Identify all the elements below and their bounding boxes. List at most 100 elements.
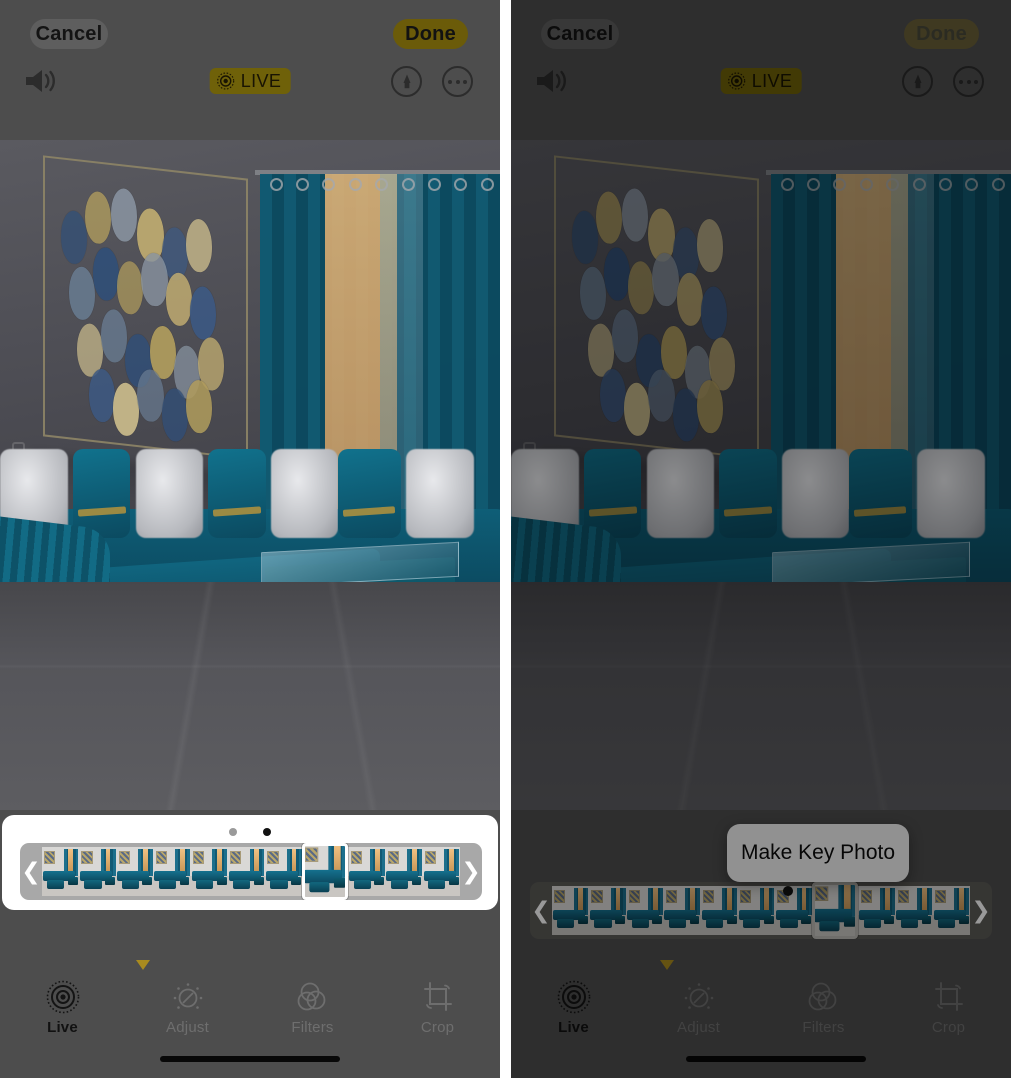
wall-art-leaf <box>185 217 212 274</box>
more-ellipsis-icon[interactable] <box>953 66 984 97</box>
filmstrip-frame[interactable] <box>775 886 813 935</box>
live-photo-filmstrip[interactable]: ❮ ❯ <box>20 843 482 900</box>
filmstrip-frame[interactable] <box>858 886 896 935</box>
curtain-grommet <box>991 178 1005 192</box>
active-tab-caret <box>660 960 674 970</box>
adjust-dial-icon <box>171 980 205 1014</box>
curtain-grommets <box>260 178 500 192</box>
filmstrip-frame[interactable] <box>663 886 701 935</box>
filmstrip-frame[interactable] <box>589 886 627 935</box>
tab-adjust-label: Adjust <box>677 1019 720 1036</box>
wall-art-leaf <box>60 209 87 265</box>
photo-canvas[interactable] <box>511 140 1011 810</box>
filmstrip-frame[interactable] <box>385 847 423 896</box>
speaker-wave-icon[interactable] <box>533 66 569 96</box>
editor-tab-bar: Live Adjust Filters Crop <box>0 976 500 1036</box>
done-button[interactable]: Done <box>393 19 468 49</box>
markup-pen-icon[interactable] <box>902 66 933 97</box>
filmstrip-frame[interactable] <box>190 847 229 896</box>
filmstrip-highlight-card: ❮ ❯ <box>2 815 498 910</box>
tab-live[interactable]: Live <box>0 976 125 1036</box>
ellipsis-dots <box>448 79 467 84</box>
phone-screen-step-2: Cancel Done LIVE Make Key Photo ❮ ❯ Live… <box>511 0 1011 1078</box>
white-fur-pillow <box>917 449 985 539</box>
filmstrip-frame[interactable] <box>42 847 80 896</box>
filmstrip-frame[interactable] <box>228 847 266 896</box>
white-fur-pillow <box>270 449 339 539</box>
filmstrip-selected-frame[interactable] <box>812 882 859 939</box>
tab-filters[interactable]: Filters <box>250 976 375 1036</box>
live-photo-badge[interactable]: LIVE <box>209 68 291 94</box>
tab-live[interactable]: Live <box>511 976 636 1036</box>
filmstrip-frame[interactable] <box>932 886 971 935</box>
curtain-grommet <box>480 178 494 192</box>
cancel-button[interactable]: Cancel <box>541 19 619 49</box>
filmstrip-frame[interactable] <box>348 847 386 896</box>
white-fur-pillow <box>135 449 204 539</box>
filters-circles-icon <box>296 980 330 1014</box>
filmstrip-frame[interactable] <box>738 886 776 935</box>
wall-art-leaf <box>100 307 127 364</box>
teal-pillow <box>73 449 131 539</box>
live-badge-label: LIVE <box>240 71 282 91</box>
cancel-button[interactable]: Cancel <box>30 19 108 49</box>
tab-crop[interactable]: Crop <box>375 976 500 1036</box>
photo-canvas[interactable] <box>0 140 500 810</box>
filmstrip-frame[interactable] <box>153 847 191 896</box>
filmstrip-prev-chevron[interactable]: ❮ <box>530 899 552 922</box>
live-photo-badge[interactable]: LIVE <box>720 68 802 94</box>
page-dots <box>229 828 271 836</box>
curtain-grommet <box>375 178 389 192</box>
page-dot[interactable] <box>229 828 237 836</box>
more-ellipsis-icon[interactable] <box>442 66 473 97</box>
filmstrip-frames[interactable] <box>552 882 971 939</box>
filmstrip-frame[interactable] <box>700 886 739 935</box>
live-photo-filmstrip[interactable]: ❮ ❯ <box>530 882 992 939</box>
tab-crop-label: Crop <box>420 1019 455 1036</box>
wall-art-leaf <box>136 367 164 424</box>
editor-top-bar: Cancel Done LIVE <box>0 0 500 140</box>
white-fur-pillow <box>646 449 715 539</box>
wall-art-leaf <box>116 259 143 316</box>
speaker-wave-icon[interactable] <box>22 66 58 96</box>
markup-pen-icon[interactable] <box>391 66 422 97</box>
wall-art-leaf <box>110 187 137 243</box>
room-floor <box>0 582 500 810</box>
filmstrip-frame[interactable] <box>79 847 117 896</box>
wall-art-leaf <box>161 386 188 443</box>
done-button[interactable]: Done <box>904 19 979 49</box>
filmstrip-frames[interactable] <box>42 843 461 900</box>
curtain-grommet <box>322 178 336 192</box>
filmstrip-frame[interactable] <box>422 847 461 896</box>
filmstrip-frame[interactable] <box>895 886 933 935</box>
filmstrip-frame[interactable] <box>265 847 303 896</box>
wall-art-leaf <box>676 270 703 327</box>
filmstrip-selected-frame[interactable] <box>302 843 349 900</box>
curtain-grommet <box>348 178 362 192</box>
tab-crop[interactable]: Crop <box>886 976 1011 1036</box>
tab-filters[interactable]: Filters <box>761 976 886 1036</box>
filmstrip-frame[interactable] <box>116 847 154 896</box>
crop-rotate-icon <box>421 980 455 1014</box>
filmstrip-next-chevron[interactable]: ❯ <box>460 860 482 883</box>
curtain-grommet <box>269 178 283 192</box>
make-key-photo-popup[interactable]: Make Key Photo <box>727 824 909 882</box>
filmstrip-frame[interactable] <box>626 886 664 935</box>
tab-adjust[interactable]: Adjust <box>636 976 761 1036</box>
wall-art <box>553 155 759 460</box>
home-indicator <box>686 1056 866 1062</box>
filmstrip-prev-chevron[interactable]: ❮ <box>20 860 42 883</box>
tab-filters-label: Filters <box>802 1019 845 1036</box>
page-dot[interactable] <box>263 828 271 836</box>
wall-art-leaf <box>112 381 139 438</box>
wall-art-leaf <box>696 378 723 435</box>
filmstrip-next-chevron[interactable]: ❯ <box>970 899 992 922</box>
tab-adjust[interactable]: Adjust <box>125 976 250 1036</box>
wall-art-leaf <box>579 265 606 322</box>
filmstrip-frame[interactable] <box>552 886 590 935</box>
wall-art <box>42 155 248 460</box>
curtain-grommet <box>296 178 309 192</box>
wall-art-leaf <box>611 307 638 364</box>
wall-art-leaf <box>88 367 115 424</box>
curtain-grommet <box>859 178 873 192</box>
